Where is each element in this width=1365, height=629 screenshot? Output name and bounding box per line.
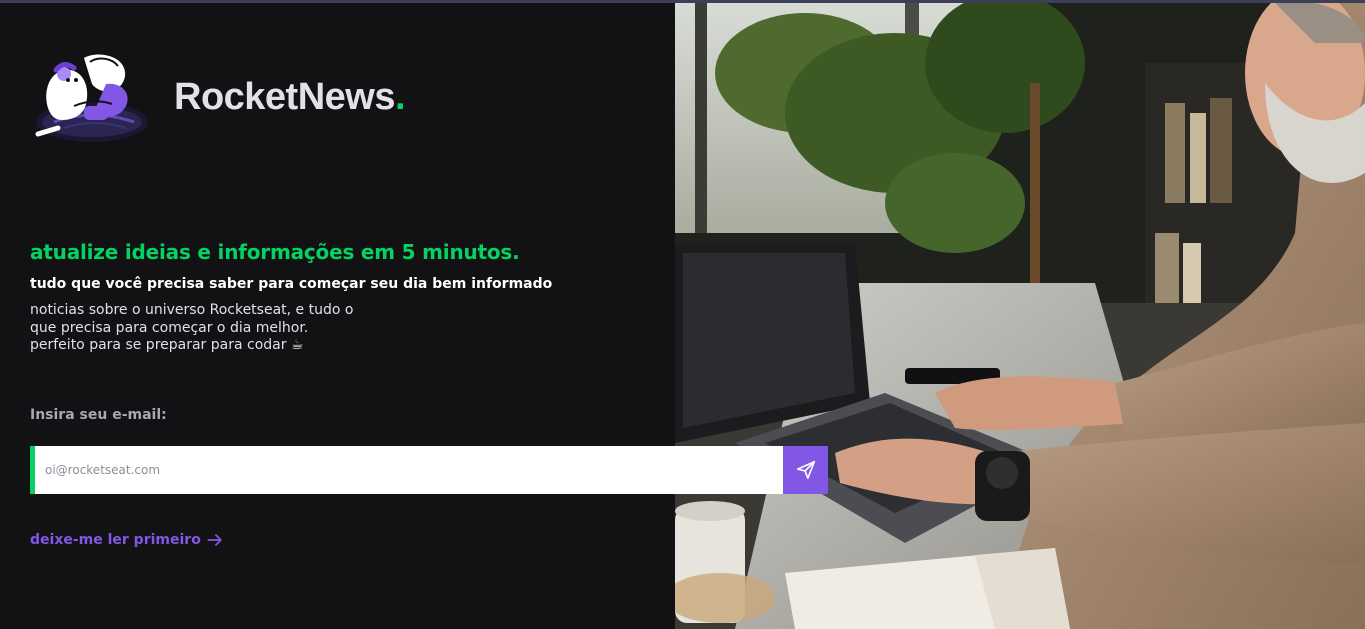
hero-photo: [675, 3, 1365, 629]
hero-subheadline: tudo que você precisa saber para começar…: [30, 276, 553, 292]
rocket-mascot-logo-icon: [35, 54, 148, 142]
read-first-label: deixe-me ler primeiro: [30, 532, 201, 548]
description-line: perfeito para se preparar para codar ☕: [30, 337, 304, 353]
description-line: que precisa para começar o dia melhor.: [30, 319, 309, 336]
email-input[interactable]: [35, 446, 783, 494]
arrow-right-icon: [207, 534, 222, 546]
photo-illustration: [675, 3, 1365, 629]
send-icon: [796, 460, 815, 480]
hero-headline: atualize ideias e informações em 5 minut…: [30, 240, 520, 264]
description-line: noticias sobre o universo Rocketseat, e …: [30, 302, 354, 318]
email-field-wrapper: [30, 446, 783, 494]
email-label: Insira seu e-mail:: [30, 407, 167, 423]
hero-description: noticias sobre o universo Rocketseat, e …: [30, 302, 390, 355]
send-button[interactable]: [783, 446, 828, 494]
brand-dot: .: [394, 76, 406, 118]
brand-name: RocketNews: [174, 76, 395, 118]
brand-title: RocketNews.: [174, 76, 406, 119]
read-first-link[interactable]: deixe-me ler primeiro: [30, 530, 225, 550]
